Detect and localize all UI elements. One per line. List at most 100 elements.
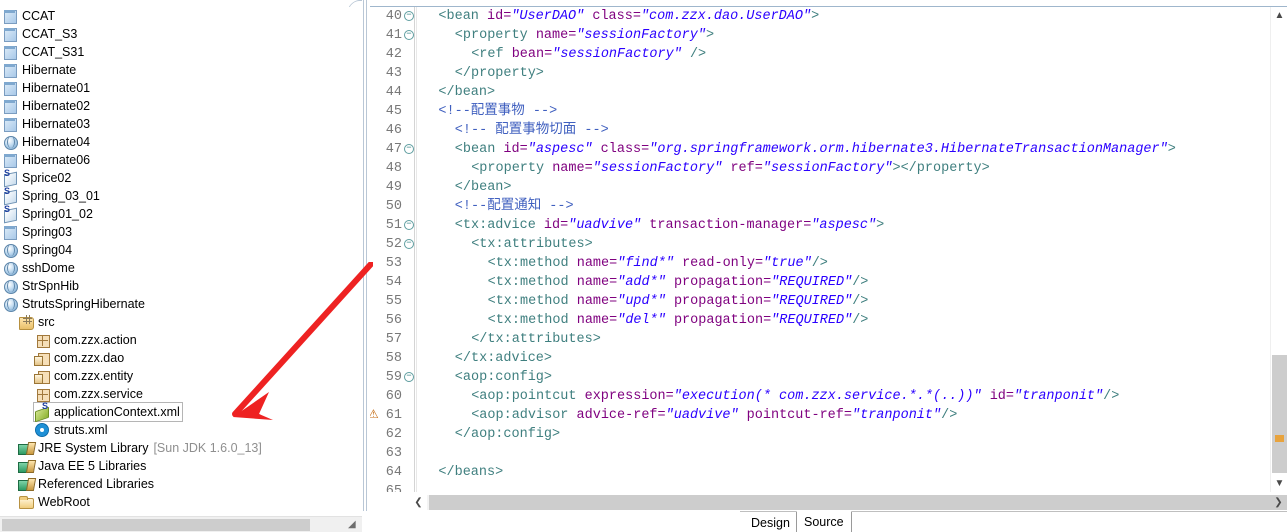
tree-item[interactable]: CCAT_S3 <box>0 25 362 43</box>
panel-splitter[interactable] <box>362 0 370 532</box>
tree-item-content[interactable]: struts.xml <box>34 421 107 439</box>
tree-item-content[interactable]: CCAT <box>2 7 55 25</box>
tree-item[interactable]: Sprice02 <box>0 168 362 187</box>
tree-item-content[interactable]: Hibernate04 <box>2 133 90 151</box>
code-area[interactable]: 40<bean id="UserDAO" class="com.zzx.dao.… <box>370 7 1253 492</box>
tree-item[interactable]: com.zzx.service <box>0 385 362 403</box>
tree-item[interactable]: Spring03 <box>0 223 362 241</box>
tree-item[interactable]: WebRoot <box>0 493 362 511</box>
code-line[interactable]: 50 <!--配置通知 --> <box>370 197 1253 216</box>
tree-item[interactable]: com.zzx.entity <box>0 367 362 385</box>
editor-mode-tabs[interactable]: Design Source <box>740 511 1287 532</box>
project-tree[interactable]: CCAT CCAT_S3 CCAT_S31 Hibernate Hibernate01 H… <box>0 7 362 511</box>
code-line[interactable]: 51 <tx:advice id="uadvive" transaction-ma… <box>370 216 1253 235</box>
tree-item-content[interactable]: StrutsSpringHibernate <box>2 295 145 313</box>
tree-item[interactable]: Spring_03_01 <box>0 186 362 205</box>
scroll-left-icon[interactable]: ❮ <box>410 494 427 511</box>
code-line[interactable]: 56 <tx:method name="del*" propagation="RE… <box>370 311 1253 330</box>
hscroll-thumb[interactable] <box>429 495 1287 510</box>
tree-item[interactable]: src <box>0 313 362 331</box>
tree-item[interactable]: StrSpnHib <box>0 277 362 295</box>
code-line[interactable]: 45 <!--配置事物 --> <box>370 102 1253 121</box>
tree-item[interactable]: StrutsSpringHibernate <box>0 295 362 313</box>
tree-item[interactable]: Java EE 5 Libraries <box>0 457 362 475</box>
explorer-horizontal-scrollbar[interactable]: ◢ <box>0 516 362 532</box>
editor-vertical-scrollbar[interactable]: ▲ ▼ <box>1270 7 1287 492</box>
tree-item-content[interactable]: CCAT_S31 <box>2 43 84 61</box>
tree-item[interactable]: Spring04 <box>0 241 362 259</box>
tab-design[interactable]: Design <box>743 512 798 532</box>
resize-grip-icon[interactable]: ◢ <box>348 520 358 530</box>
code-line[interactable]: 46 <!-- 配置事物切面 --> <box>370 121 1253 140</box>
tree-item[interactable]: Referenced Libraries <box>0 475 362 493</box>
tree-item-content[interactable]: WebRoot <box>18 493 90 511</box>
tree-item-content[interactable]: Spring03 <box>2 223 72 241</box>
scroll-up-icon[interactable]: ▲ <box>1271 7 1287 24</box>
fold-collapse-icon[interactable] <box>404 372 414 382</box>
tree-item[interactable]: CCAT <box>0 7 362 25</box>
tree-item-content[interactable]: src <box>18 313 55 331</box>
tree-item[interactable]: Hibernate <box>0 61 362 79</box>
code-line[interactable]: 43 </property> <box>370 64 1253 83</box>
tree-item-selected[interactable]: applicationContext.xml <box>33 401 183 422</box>
editor-horizontal-scrollbar[interactable]: ❮ ❯ <box>410 494 1287 511</box>
scroll-right-icon[interactable]: ❯ <box>1270 494 1287 511</box>
tree-item[interactable]: CCAT_S31 <box>0 43 362 61</box>
code-line[interactable]: 42 <ref bean="sessionFactory" /> <box>370 45 1253 64</box>
vscroll-thumb[interactable] <box>1272 355 1287 473</box>
fold-collapse-icon[interactable] <box>404 144 414 154</box>
code-line[interactable]: 52 <tx:attributes> <box>370 235 1253 254</box>
code-line[interactable]: 47 <bean id="aspesc" class="org.springfra… <box>370 140 1253 159</box>
tree-item[interactable]: com.zzx.action <box>0 331 362 349</box>
tree-item[interactable]: Hibernate04 <box>0 133 362 151</box>
tree-item-content[interactable]: com.zzx.entity <box>34 367 133 385</box>
xml-editor[interactable]: 40<bean id="UserDAO" class="com.zzx.dao.… <box>370 0 1287 532</box>
code-line[interactable]: 44 </bean> <box>370 83 1253 102</box>
code-line[interactable]: 63 <box>370 444 1253 463</box>
tree-item-content[interactable]: JRE System Library [Sun JDK 1.6.0_13] <box>18 439 262 457</box>
tree-item-content[interactable]: Hibernate03 <box>2 115 90 133</box>
tree-item-content[interactable]: Referenced Libraries <box>18 475 154 493</box>
tree-item-content[interactable]: Spring01_02 <box>2 204 93 223</box>
explorer-hscroll-thumb[interactable] <box>2 519 310 531</box>
tree-item-content[interactable]: com.zzx.dao <box>34 349 124 367</box>
project-explorer-panel[interactable]: CCAT CCAT_S3 CCAT_S31 Hibernate Hibernate01 H… <box>0 7 362 515</box>
tree-item[interactable]: applicationContext.xml <box>0 401 362 422</box>
tree-item-content[interactable]: Spring_03_01 <box>2 186 100 205</box>
tree-item-content[interactable]: com.zzx.action <box>34 331 137 349</box>
tree-item-content[interactable]: com.zzx.service <box>34 385 143 403</box>
vscroll-track[interactable] <box>1271 24 1287 475</box>
code-line[interactable]: 64 </beans> <box>370 463 1253 482</box>
tree-item[interactable]: sshDome <box>0 259 362 277</box>
code-line[interactable]: 41 <property name="sessionFactory"> <box>370 26 1253 45</box>
tree-item[interactable]: Hibernate02 <box>0 97 362 115</box>
code-line[interactable]: 54 <tx:method name="add*" propagation="RE… <box>370 273 1253 292</box>
tree-item[interactable]: Hibernate03 <box>0 115 362 133</box>
tree-item[interactable]: Hibernate06 <box>0 151 362 169</box>
tree-item-content[interactable]: Hibernate <box>2 61 76 79</box>
tree-item-content[interactable]: sshDome <box>2 259 75 277</box>
code-line[interactable]: 40 <bean id="UserDAO" class="com.zzx.dao.… <box>370 7 1253 26</box>
scroll-down-icon[interactable]: ▼ <box>1271 475 1287 492</box>
fold-collapse-icon[interactable] <box>404 11 414 21</box>
tree-item-content[interactable]: CCAT_S3 <box>2 25 77 43</box>
code-line[interactable]: 60 <aop:pointcut expression="execution(* … <box>370 387 1253 406</box>
tree-item-content[interactable]: Sprice02 <box>2 168 71 187</box>
tree-item-content[interactable]: Hibernate02 <box>2 97 90 115</box>
tree-item[interactable]: Spring01_02 <box>0 204 362 223</box>
code-lines[interactable]: 40<bean id="UserDAO" class="com.zzx.dao.… <box>370 7 1253 492</box>
code-line[interactable]: 55 <tx:method name="upd*" propagation="RE… <box>370 292 1253 311</box>
tree-item-content[interactable]: StrSpnHib <box>2 277 79 295</box>
overview-warning-marker[interactable] <box>1275 435 1284 442</box>
code-line[interactable]: 62 </aop:config> <box>370 425 1253 444</box>
code-line[interactable]: 57 </tx:attributes> <box>370 330 1253 349</box>
fold-collapse-icon[interactable] <box>404 30 414 40</box>
tree-item[interactable]: JRE System Library [Sun JDK 1.6.0_13] <box>0 439 362 457</box>
tree-item[interactable]: struts.xml <box>0 421 362 439</box>
code-line[interactable]: 49 </bean> <box>370 178 1253 197</box>
tree-item-content[interactable]: Hibernate06 <box>2 151 90 169</box>
code-line[interactable]: ⚠ 61 <aop:advisor advice-ref="uadvive" poi… <box>370 406 1253 425</box>
tree-item[interactable]: com.zzx.dao <box>0 349 362 367</box>
code-line[interactable]: 48 <property name="sessionFactory" ref="s… <box>370 159 1253 178</box>
code-line[interactable]: 53 <tx:method name="find*" read-only="tru… <box>370 254 1253 273</box>
